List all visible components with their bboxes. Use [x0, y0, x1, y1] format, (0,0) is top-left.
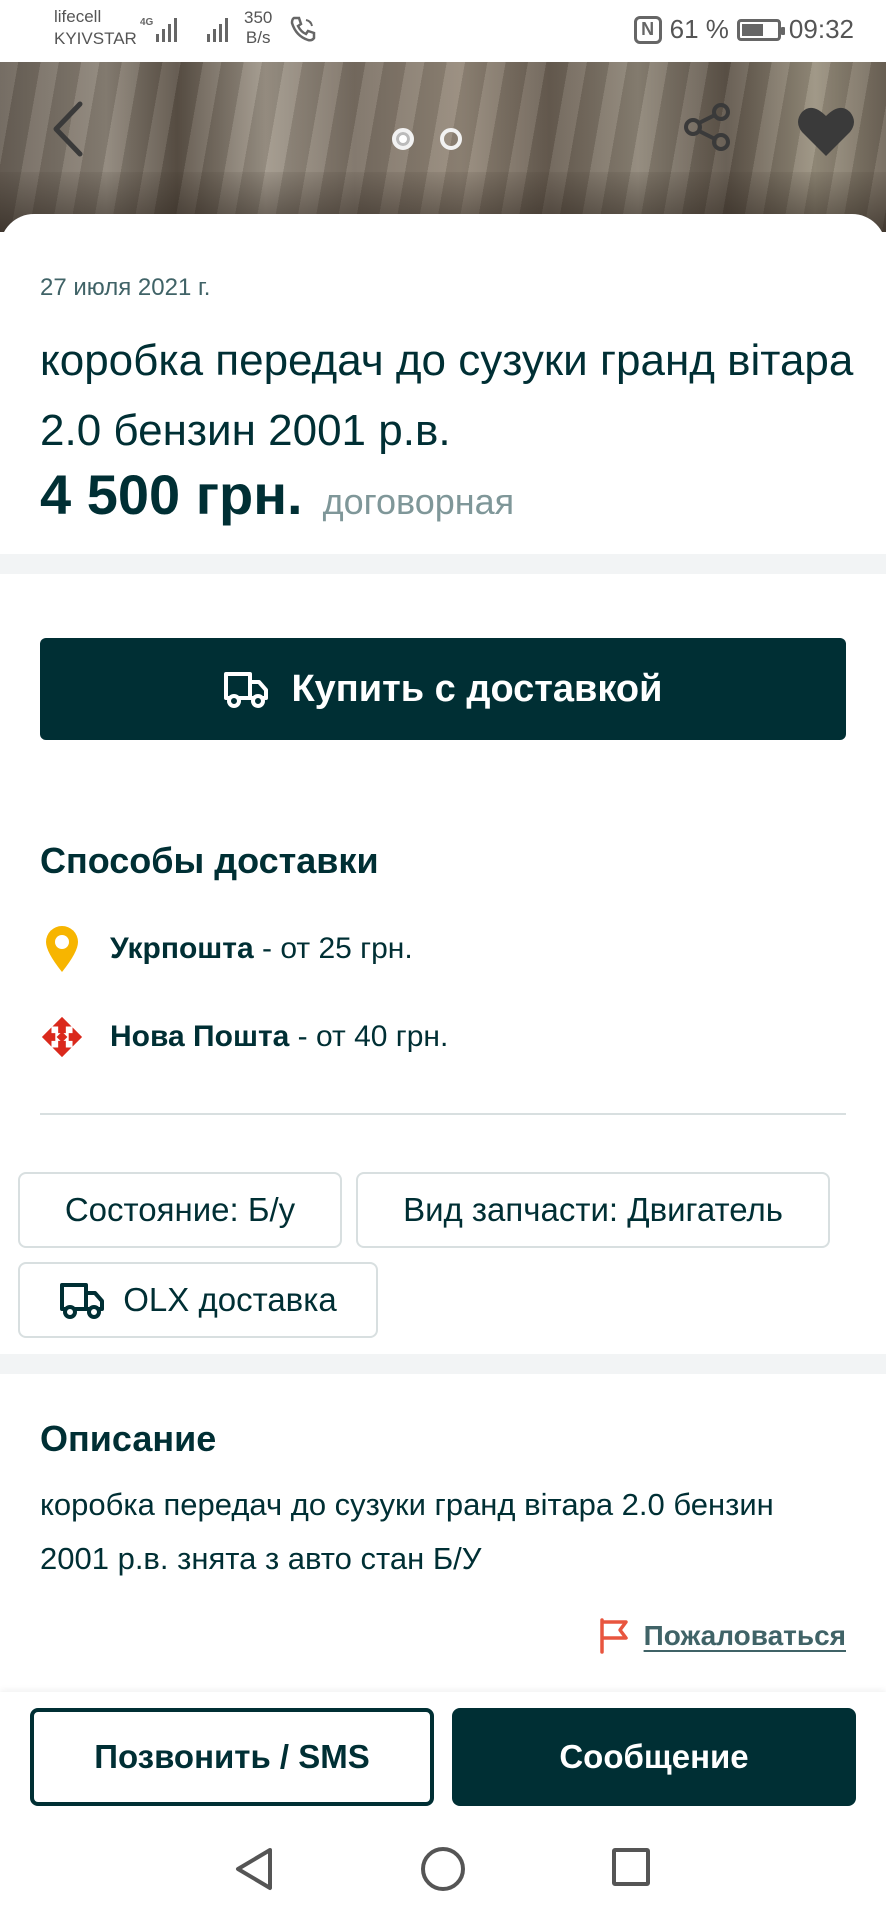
price-negotiable: договорная	[322, 481, 515, 522]
status-right: N 61 % 09:32	[633, 14, 854, 45]
flag-icon	[599, 1618, 628, 1654]
signal-1-icon: 4G	[140, 14, 184, 49]
listing-price: 4 500 грн.	[40, 463, 303, 526]
back-button[interactable]	[48, 100, 96, 160]
favorite-button[interactable]	[796, 104, 856, 163]
listing-title: коробка передач до сузуки гранд вітара 2…	[40, 336, 854, 455]
section-separator	[0, 1354, 886, 1374]
buy-button-label: Купить с доставкой	[291, 667, 663, 710]
olx-delivery-chip[interactable]: OLX доставка	[18, 1262, 378, 1338]
description-heading: Описание	[40, 1418, 217, 1459]
listing-date: 27 июля 2021 г.	[40, 274, 211, 301]
param-part-type-label: Вид запчасти: Двигатель	[403, 1191, 783, 1228]
triangle-back-icon	[236, 1848, 272, 1890]
param-part-type-chip[interactable]: Вид запчасти: Двигатель	[356, 1172, 830, 1248]
ukrposhta-pin-icon	[40, 924, 84, 974]
status-bar: lifecell KYIVSTAR 4G 350 B/s N 61 % 09:3…	[0, 0, 886, 62]
battery-percent: 61 %	[669, 14, 729, 44]
system-nav-bar	[0, 1822, 886, 1920]
carrier-2: KYIVSTAR	[54, 29, 137, 48]
chevron-left-icon	[53, 101, 83, 157]
heart-icon	[798, 107, 854, 156]
gallery-pagination[interactable]	[392, 128, 462, 150]
delivery-heading: Способы доставки	[40, 840, 379, 881]
nfc-icon: N	[633, 15, 662, 44]
truck-icon	[60, 1283, 105, 1319]
olx-delivery-label: OLX доставка	[123, 1281, 337, 1318]
message-button[interactable]: Сообщение	[452, 1708, 856, 1806]
network-speed: 350 B/s	[244, 8, 273, 47]
param-condition-label: Состояние: Б/у	[64, 1191, 296, 1228]
nav-back-button[interactable]	[232, 1846, 276, 1897]
gallery-dot[interactable]	[392, 128, 414, 150]
carrier-labels: lifecell KYIVSTAR	[54, 6, 137, 50]
share-button[interactable]	[682, 102, 732, 157]
bottom-action-bar: Позвонить / SMS Сообщение	[0, 1692, 886, 1822]
signal-2-icon	[205, 14, 235, 49]
nav-home-button[interactable]	[421, 1847, 465, 1891]
network-badge: 4G	[140, 17, 154, 28]
section-separator	[0, 554, 886, 574]
carrier-1: lifecell	[54, 7, 102, 26]
share-icon	[684, 103, 730, 151]
clock: 09:32	[788, 14, 854, 44]
report-label: Пожаловаться	[643, 1620, 846, 1651]
delivery-option-nova-poshta: Нова Пошта - от 40 грн.	[40, 1012, 448, 1062]
truck-icon	[224, 672, 269, 708]
report-link[interactable]: Пожаловаться	[598, 1618, 846, 1654]
battery-icon	[736, 18, 785, 41]
wifi-call-icon	[288, 14, 318, 49]
nav-recent-apps-button[interactable]	[612, 1848, 650, 1886]
divider	[40, 1113, 846, 1115]
delivery-option-price: - от 40 грн.	[289, 1020, 449, 1053]
listing-header-card: 27 июля 2021 г. коробка передач до сузук…	[0, 214, 886, 554]
delivery-option-price: - от 25 грн.	[253, 932, 413, 965]
call-sms-button[interactable]: Позвонить / SMS	[30, 1708, 434, 1806]
delivery-option-name: Укрпошта	[110, 932, 254, 965]
delivery-option-name: Нова Пошта	[110, 1020, 290, 1053]
delivery-option-ukrposhta: Укрпошта - от 25 грн.	[40, 924, 413, 974]
nova-poshta-icon	[40, 1012, 84, 1062]
buy-with-delivery-button[interactable]: Купить с доставкой	[40, 638, 846, 740]
param-condition-chip[interactable]: Состояние: Б/у	[18, 1172, 342, 1248]
price-row: 4 500 грн. договорная	[40, 462, 514, 527]
description-text: коробка передач до сузуки гранд вітара 2…	[40, 1487, 774, 1576]
gallery-dot[interactable]	[440, 128, 462, 150]
